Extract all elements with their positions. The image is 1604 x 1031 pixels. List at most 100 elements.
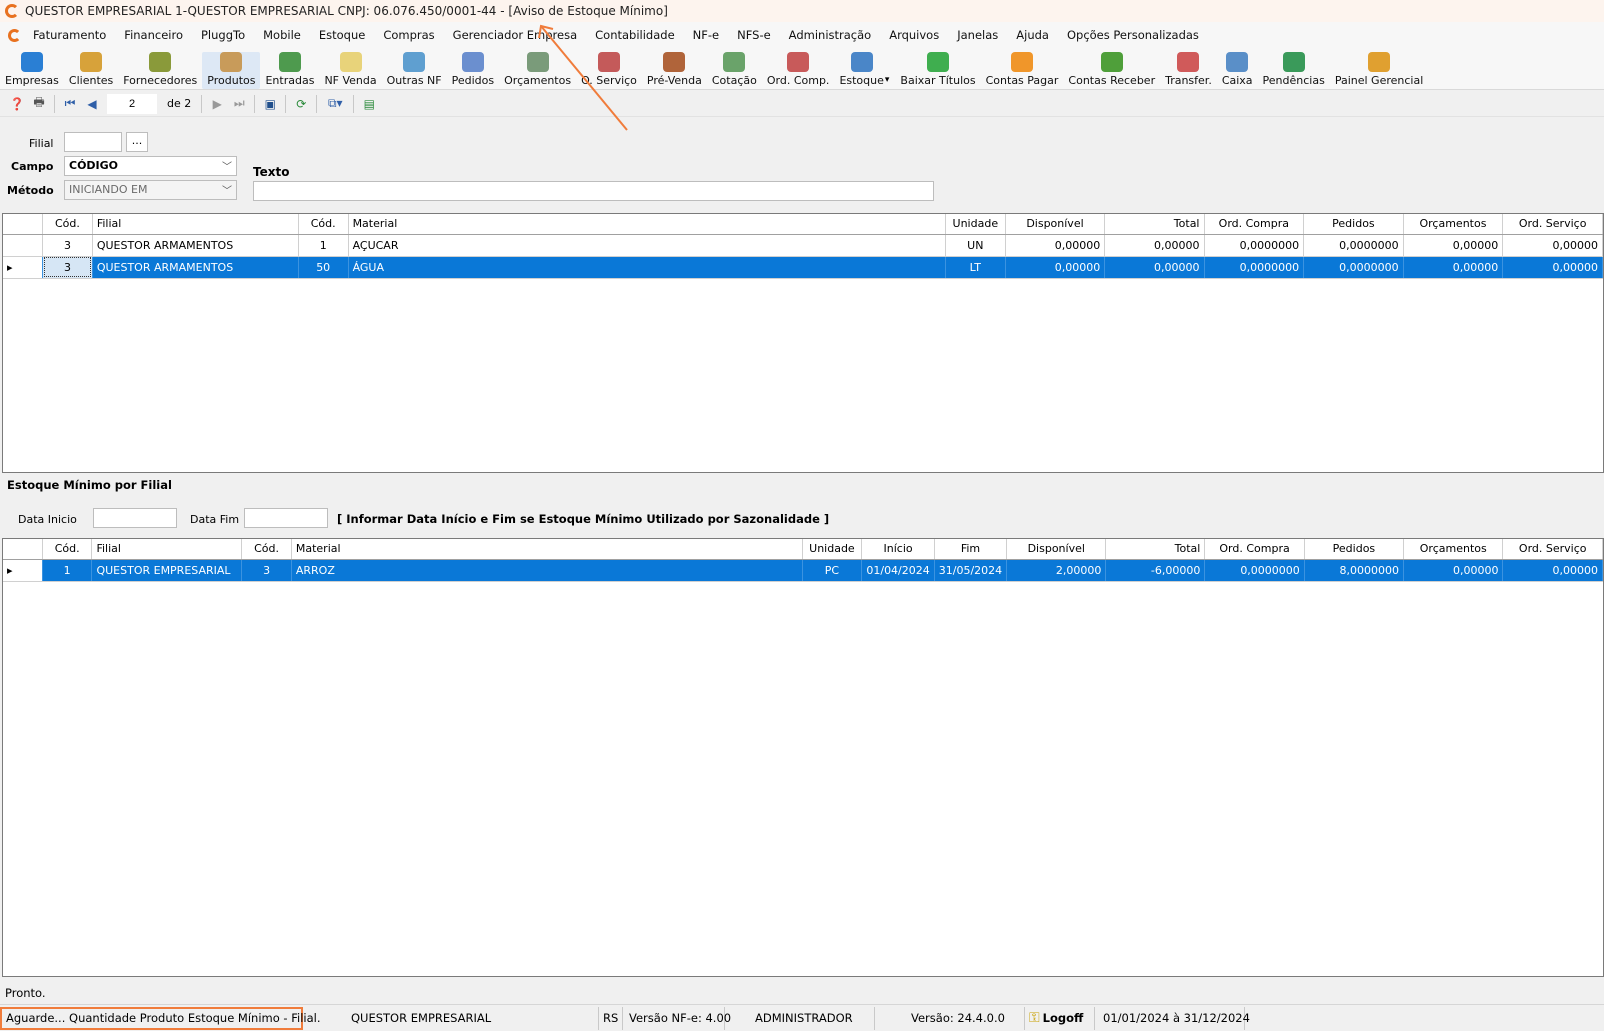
grid2-header-unidade[interactable]: Unidade <box>802 539 863 560</box>
menu-mobile[interactable]: Mobile <box>254 28 310 42</box>
menu-nfse[interactable]: NFS-e <box>728 28 780 42</box>
toolbar-button-empresas[interactable]: Empresas <box>0 52 64 89</box>
menu-compras[interactable]: Compras <box>374 28 443 42</box>
data-fim-input[interactable] <box>244 508 328 528</box>
menu-administracao[interactable]: Administração <box>780 28 881 42</box>
grid1-header-unidade[interactable]: Unidade <box>945 214 1006 235</box>
toolbar-button-cotação[interactable]: Cotação <box>707 52 762 89</box>
cell-ord-servico[interactable]: 0,00000 <box>1502 559 1603 582</box>
grid1-header-material[interactable]: Material <box>348 214 946 235</box>
estoque-minimo-grid[interactable]: Cód. Filial Cód. Material Unidade Dispon… <box>2 213 1604 473</box>
cell-cod-material[interactable]: 3 <box>241 559 292 582</box>
toolbar-button-transfer[interactable]: Transfer. <box>1160 52 1217 89</box>
print-icon[interactable]: 🖶 <box>28 94 50 114</box>
cell-orcamentos[interactable]: 0,00000 <box>1403 234 1504 257</box>
table-row-selected[interactable]: ▸ 3 QUESTOR ARMAMENTOS 50 ÁGUA LT 0,0000… <box>3 256 1603 279</box>
toolbar-button-contas-pagar[interactable]: Contas Pagar <box>981 52 1064 89</box>
first-page-icon[interactable]: ⏮ <box>59 94 81 114</box>
cell-cod-material[interactable]: 50 <box>298 256 349 279</box>
spreadsheet-icon[interactable]: ▤ <box>358 94 380 114</box>
grid2-header-pedidos[interactable]: Pedidos <box>1304 539 1405 560</box>
cell-ord-compra[interactable]: 0,0000000 <box>1204 234 1305 257</box>
texto-input[interactable] <box>253 181 934 201</box>
refresh-icon[interactable]: ⟳ <box>290 94 312 114</box>
toolbar-button-nf-venda[interactable]: NF Venda <box>319 52 381 89</box>
grid1-header-disponivel[interactable]: Disponível <box>1005 214 1106 235</box>
grid2-header-total[interactable]: Total <box>1105 539 1206 560</box>
grid1-header-ord-servico[interactable]: Ord. Serviço <box>1502 214 1603 235</box>
cell-filial[interactable]: QUESTOR ARMAMENTOS <box>92 256 299 279</box>
grid1-header-cod-material[interactable]: Cód. <box>298 214 349 235</box>
grid1-header-total[interactable]: Total <box>1104 214 1205 235</box>
toolbar-button-contas-receber[interactable]: Contas Receber <box>1063 52 1160 89</box>
export-icon[interactable]: ▣ <box>259 94 281 114</box>
page-number-input[interactable] <box>107 93 157 114</box>
cell-disponivel[interactable]: 0,00000 <box>1005 256 1106 279</box>
grid2-header-disponivel[interactable]: Disponível <box>1006 539 1107 560</box>
cell-cod-filial[interactable]: 3 <box>42 234 93 257</box>
logoff-button[interactable]: ⚿ Logoff <box>1025 1006 1095 1030</box>
cell-pedidos[interactable]: 0,0000000 <box>1303 234 1404 257</box>
cell-ord-servico[interactable]: 0,00000 <box>1502 234 1603 257</box>
grid2-header-cod-material[interactable]: Cód. <box>241 539 292 560</box>
toolbar-button-ord-comp[interactable]: Ord. Comp. <box>762 52 835 89</box>
cell-orcamentos[interactable]: 0,00000 <box>1403 256 1504 279</box>
data-inicio-input[interactable] <box>93 508 177 528</box>
toolbar-button-pendências[interactable]: Pendências <box>1258 52 1330 89</box>
toolbar-button-produtos[interactable]: Produtos <box>202 52 261 89</box>
menu-faturamento[interactable]: Faturamento <box>21 28 115 42</box>
menu-opcoes-personalizadas[interactable]: Opções Personalizadas <box>1058 28 1208 42</box>
toolbar-button-fornecedores[interactable]: Fornecedores <box>118 52 202 89</box>
cell-ord-compra[interactable]: 0,0000000 <box>1204 256 1305 279</box>
cell-cod-filial[interactable]: 1 <box>42 559 93 582</box>
cell-unidade[interactable]: PC <box>802 559 863 582</box>
next-page-icon[interactable]: ▶ <box>206 94 228 114</box>
window-options-icon[interactable]: ⧉▾ <box>321 94 349 114</box>
cell-ord-servico[interactable]: 0,00000 <box>1502 256 1603 279</box>
toolbar-button-clientes[interactable]: Clientes <box>64 52 118 89</box>
cell-material[interactable]: AÇUCAR <box>348 234 946 257</box>
filial-lookup-button[interactable]: ... <box>126 132 148 152</box>
grid1-header-cod-filial[interactable]: Cód. <box>42 214 93 235</box>
toolbar-button-caixa[interactable]: Caixa <box>1217 52 1258 89</box>
cell-pedidos[interactable]: 0,0000000 <box>1303 256 1404 279</box>
toolbar-button-outras-nf[interactable]: Outras NF <box>382 52 447 89</box>
cell-disponivel[interactable]: 0,00000 <box>1005 234 1106 257</box>
grid1-header-orcamentos[interactable]: Orçamentos <box>1403 214 1504 235</box>
cell-ord-compra[interactable]: 0,0000000 <box>1204 559 1305 582</box>
menu-nfe[interactable]: NF-e <box>684 28 728 42</box>
grid1-header-filial[interactable]: Filial <box>92 214 299 235</box>
grid2-header-fim[interactable]: Fim <box>934 539 1008 560</box>
grid1-header-pedidos[interactable]: Pedidos <box>1303 214 1404 235</box>
menu-pluggto[interactable]: PluggTo <box>192 28 254 42</box>
cell-disponivel[interactable]: 2,00000 <box>1006 559 1107 582</box>
table-row-selected[interactable]: ▸ 1 QUESTOR EMPRESARIAL 3 ARROZ PC 01/04… <box>3 559 1603 582</box>
grid2-header-orcamentos[interactable]: Orçamentos <box>1403 539 1504 560</box>
grid2-header-material[interactable]: Material <box>291 539 803 560</box>
cell-cod-material[interactable]: 1 <box>298 234 349 257</box>
table-row[interactable]: 3 QUESTOR ARMAMENTOS 1 AÇUCAR UN 0,00000… <box>3 234 1603 257</box>
toolbar-button-entradas[interactable]: Entradas <box>260 52 319 89</box>
cell-filial[interactable]: QUESTOR ARMAMENTOS <box>92 234 299 257</box>
filial-input[interactable] <box>64 132 122 152</box>
grid2-header-inicio[interactable]: Início <box>861 539 935 560</box>
menu-financeiro[interactable]: Financeiro <box>115 28 192 42</box>
toolbar-button-baixar-títulos[interactable]: Baixar Títulos <box>895 52 980 89</box>
grid2-header-ord-servico[interactable]: Ord. Serviço <box>1502 539 1603 560</box>
chevron-down-icon[interactable]: ▾ <box>885 75 890 85</box>
grid2-header-cod-filial[interactable]: Cód. <box>42 539 93 560</box>
help-icon[interactable]: ❓ <box>6 94 28 114</box>
cell-unidade[interactable]: LT <box>945 256 1006 279</box>
metodo-select[interactable]: INICIANDO EM ﹀ <box>64 180 237 200</box>
cell-total[interactable]: 0,00000 <box>1104 234 1205 257</box>
toolbar-button-pré-venda[interactable]: Pré-Venda <box>642 52 707 89</box>
toolbar-button-painel-gerencial[interactable]: Painel Gerencial <box>1330 52 1428 89</box>
toolbar-button-pedidos[interactable]: Pedidos <box>447 52 500 89</box>
cell-fim[interactable]: 31/05/2024 <box>934 559 1008 582</box>
cell-orcamentos[interactable]: 0,00000 <box>1403 559 1504 582</box>
cell-inicio[interactable]: 01/04/2024 <box>861 559 935 582</box>
grid2-header-ord-compra[interactable]: Ord. Compra <box>1204 539 1305 560</box>
cell-filial[interactable]: QUESTOR EMPRESARIAL <box>91 559 243 582</box>
cell-total[interactable]: -6,00000 <box>1105 559 1206 582</box>
menu-arquivos[interactable]: Arquivos <box>880 28 948 42</box>
